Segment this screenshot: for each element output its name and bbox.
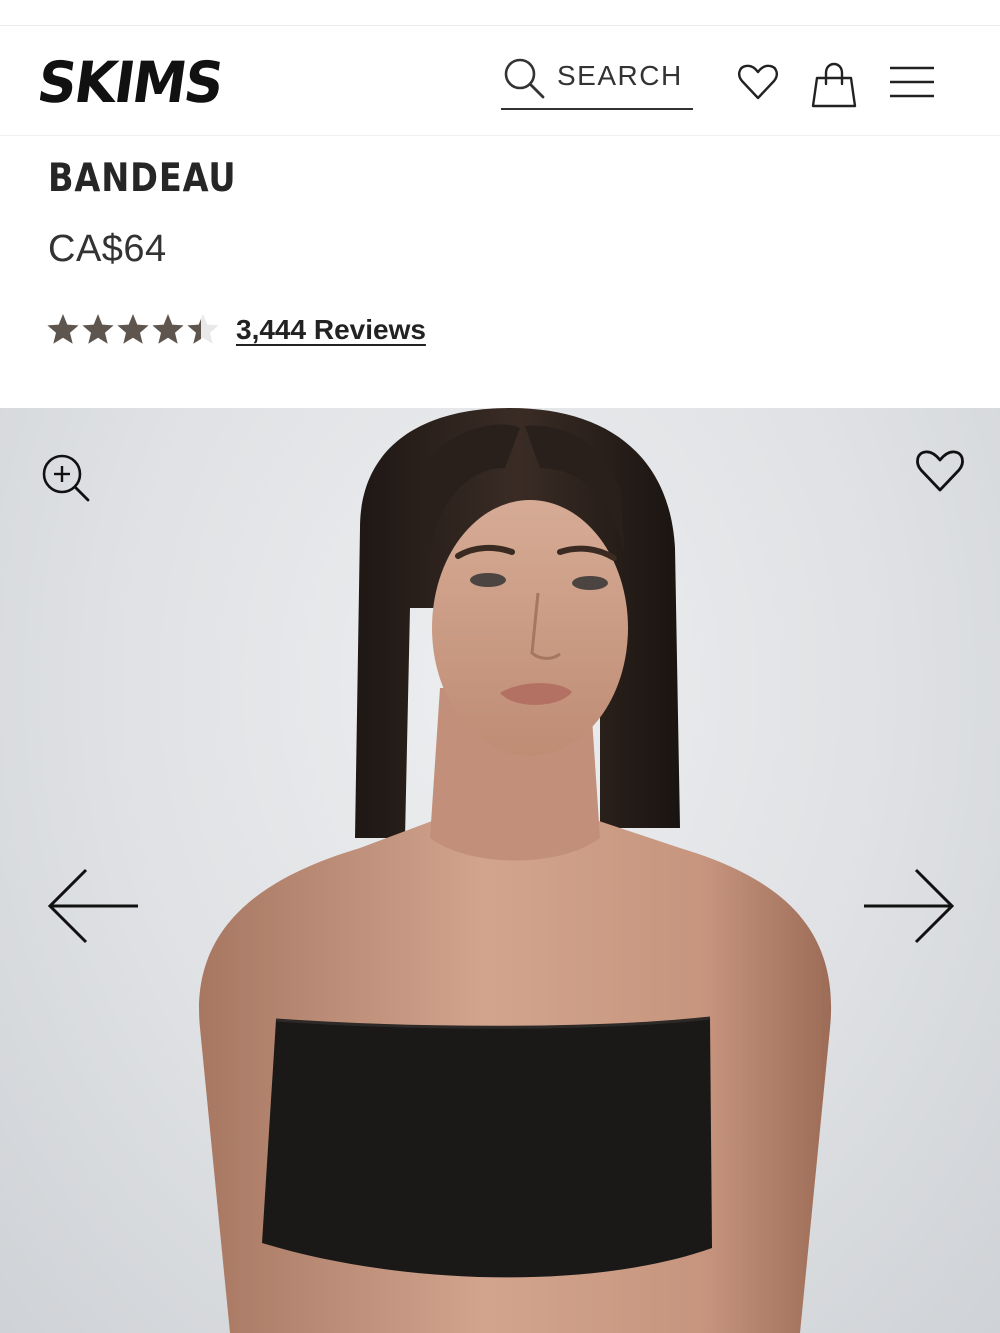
wishlist-heart-icon[interactable] [736,60,780,104]
reviews-link[interactable]: 3,444 Reviews [236,314,426,346]
brand-logo[interactable]: SKIMS [33,49,268,115]
star-icon [117,314,149,344]
zoom-in-icon[interactable] [40,452,92,504]
product-title: BANDEAU [48,156,237,201]
product-photo [199,408,832,1333]
previous-image-arrow-left-icon[interactable] [46,866,142,946]
hamburger-menu-icon[interactable] [888,62,936,102]
half-star-icon [187,314,219,344]
product-image-carousel[interactable] [0,408,1000,1333]
star-rating [47,314,219,344]
next-image-arrow-right-icon[interactable] [860,866,956,946]
logo-text: SKIMS [33,49,227,116]
site-header: SKIMS SEARCH [0,26,1000,136]
star-icon [82,314,114,344]
add-to-wishlist-heart-icon[interactable] [914,446,966,496]
star-icon [152,314,184,344]
status-strip [0,0,1000,26]
shopping-bag-icon[interactable] [810,60,858,110]
search-bar[interactable]: SEARCH [501,54,693,110]
search-label: SEARCH [557,60,683,91]
search-icon [504,58,545,99]
star-icon [47,314,79,344]
product-price: CA$64 [48,228,167,270]
